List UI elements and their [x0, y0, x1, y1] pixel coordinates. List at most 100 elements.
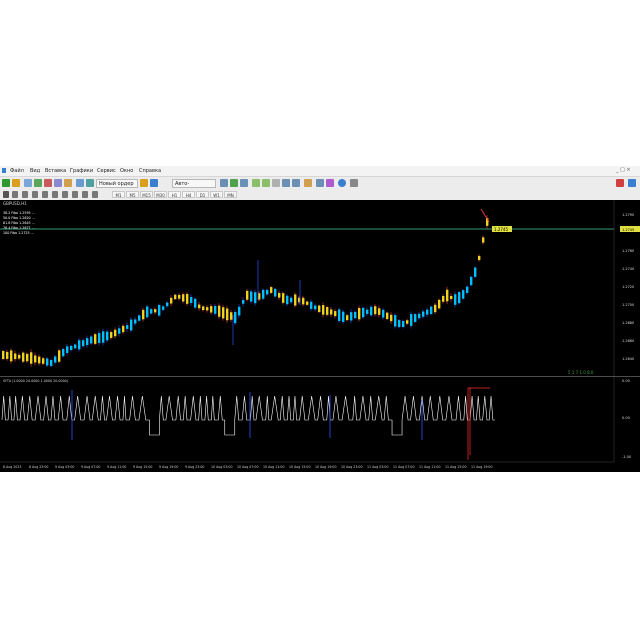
timeframe-d1[interactable]: D1 [196, 191, 209, 198]
menu-help[interactable]: Справка [139, 168, 161, 174]
candle [398, 320, 401, 328]
candle [450, 295, 453, 300]
candle [178, 294, 181, 299]
menu-insert[interactable]: Вставка [45, 168, 66, 174]
timeframe-w1[interactable]: W1 [210, 191, 223, 198]
timeframe-mn[interactable]: MN [224, 191, 237, 198]
candle [246, 290, 249, 300]
candle [190, 296, 193, 304]
vertical-line-icon[interactable] [22, 191, 28, 198]
candle [82, 340, 85, 347]
label-icon[interactable] [82, 191, 88, 198]
new-order-button[interactable]: Новый ордер [96, 179, 138, 188]
candle [202, 306, 205, 311]
candle [242, 300, 245, 304]
new-chart-icon[interactable] [2, 179, 10, 187]
metaquotes-icon[interactable] [150, 179, 158, 187]
timeframe-m1[interactable]: M1 [112, 191, 125, 198]
timeframe-m5[interactable]: M5 [126, 191, 139, 198]
close-icon[interactable]: × [626, 167, 630, 173]
candle [390, 314, 393, 322]
time-tick: 11 Aug 15:00 [445, 465, 467, 469]
bar-chart-icon[interactable] [220, 179, 228, 187]
channel-icon[interactable] [52, 191, 58, 198]
account-icon[interactable] [628, 179, 636, 187]
fibo-info-block: 38.2 Fibo 1.2595 ... 50.0 Fibo 1.2620 ..… [3, 211, 35, 235]
candle [6, 351, 9, 359]
tester-icon[interactable] [64, 179, 72, 187]
indicators-icon[interactable] [304, 179, 312, 187]
metaeditor-icon[interactable] [76, 179, 84, 187]
candle [150, 309, 153, 314]
terminal-icon[interactable] [54, 179, 62, 187]
timeframe-h4[interactable]: H4 [182, 191, 195, 198]
window-controls[interactable]: _ □ × [616, 167, 638, 175]
market-watch-icon[interactable] [24, 179, 32, 187]
candle [334, 311, 337, 317]
candle [174, 294, 177, 300]
candle [234, 311, 237, 324]
chart-shift-icon[interactable] [282, 179, 290, 187]
candle [42, 358, 45, 364]
cursor-icon[interactable] [3, 191, 9, 198]
menu-tools[interactable]: Сервис [97, 168, 116, 174]
options-icon[interactable] [338, 179, 346, 187]
menu-charts[interactable]: Графики [70, 168, 93, 174]
fibo-icon[interactable] [62, 191, 68, 198]
fibo-row: 61.8 Fibo 1.2645 ... [3, 221, 35, 225]
time-tick: 10 Aug 19:00 [315, 465, 337, 469]
minimize-icon[interactable]: _ [616, 167, 619, 173]
menu-file[interactable]: Файл [10, 168, 24, 174]
alerts-icon[interactable] [616, 179, 624, 187]
search-icon[interactable] [350, 179, 358, 187]
candle [122, 325, 125, 333]
profiles-icon[interactable] [12, 179, 20, 187]
navigator-icon[interactable] [44, 179, 52, 187]
candle [462, 290, 465, 299]
tile-windows-icon[interactable] [272, 179, 280, 187]
timeframe-m30[interactable]: M30 [154, 191, 167, 198]
signals-icon[interactable] [140, 179, 148, 187]
candle [406, 320, 409, 324]
candle [118, 328, 121, 334]
zoom-in-icon[interactable] [252, 179, 260, 187]
arrows-icon[interactable] [92, 191, 98, 198]
periods-icon[interactable] [316, 179, 324, 187]
indicator-signal-line [467, 387, 490, 460]
horizontal-line-icon[interactable] [32, 191, 38, 198]
timeframe-h1[interactable]: H1 [168, 191, 181, 198]
zoom-out-icon[interactable] [262, 179, 270, 187]
templates-icon[interactable] [326, 179, 334, 187]
history-icon[interactable] [86, 179, 94, 187]
autoscroll-icon[interactable] [292, 179, 300, 187]
time-tick: 10 Aug 07:00 [237, 465, 259, 469]
candle [170, 297, 173, 304]
indicator-tick: 0.00 [622, 416, 630, 420]
trendline-icon[interactable] [42, 191, 48, 198]
candle [146, 306, 149, 318]
autotrading-button[interactable]: Авто-торговля [172, 179, 216, 196]
candle [350, 312, 353, 321]
candle [414, 314, 417, 322]
crosshair-icon[interactable] [12, 191, 18, 198]
candle [186, 294, 189, 304]
menu-window[interactable]: Окно [120, 168, 133, 174]
time-tick: 11 Aug 11:00 [419, 465, 441, 469]
timeframe-m15[interactable]: M15 [140, 191, 153, 198]
candle [230, 312, 233, 320]
candle-chart-icon[interactable] [230, 179, 238, 187]
menu-view[interactable]: Вид [30, 168, 40, 174]
candle [130, 319, 133, 331]
candle [262, 289, 265, 299]
indicator-title: SFTA (1.0000 20.0000 1.0000 20.0000) [3, 379, 68, 383]
candle [478, 255, 481, 261]
candle [254, 292, 257, 304]
text-icon[interactable] [72, 191, 78, 198]
chart-window[interactable]: 1.2745 GBPUSD,H1 38.2 Fibo 1.2595 ... 50… [0, 200, 640, 472]
time-tick: 9 Aug 19:00 [159, 465, 178, 469]
line-chart-icon[interactable] [240, 179, 248, 187]
price-chart[interactable]: 1.2745 GBPUSD,H1 38.2 Fibo 1.2595 ... 50… [0, 200, 640, 472]
restore-icon[interactable]: □ [620, 167, 625, 173]
data-window-icon[interactable] [34, 179, 42, 187]
candle [74, 344, 77, 349]
